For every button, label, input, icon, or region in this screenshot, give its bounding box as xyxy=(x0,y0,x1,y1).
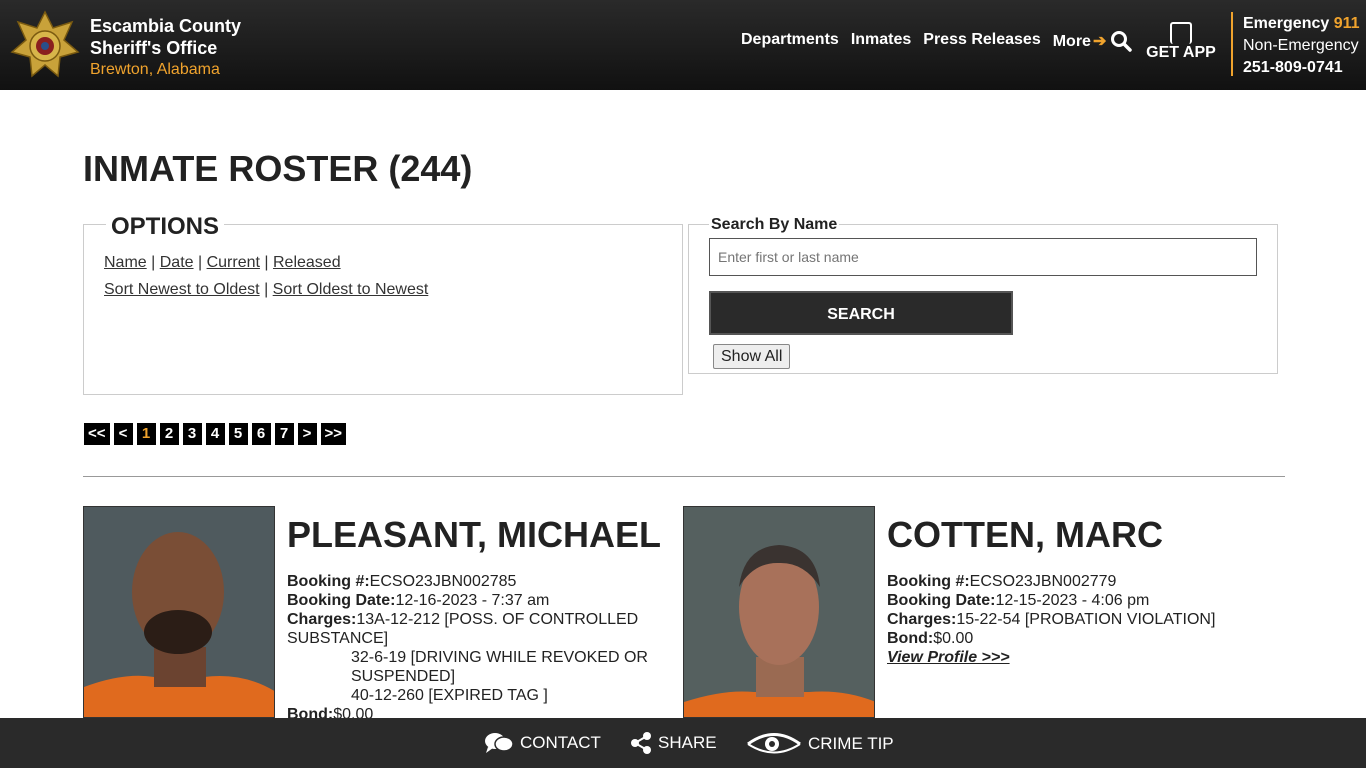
bond-label: Bond: xyxy=(287,706,334,718)
page-title: INMATE ROSTER (244) xyxy=(83,148,473,189)
page-next[interactable]: > xyxy=(297,423,317,445)
emergency-number: 911 xyxy=(1333,15,1360,32)
booking-number-label: Booking #: xyxy=(887,573,970,590)
filter-released-link[interactable]: Released xyxy=(273,254,341,271)
charges-label: Charges: xyxy=(887,611,957,628)
booking-date: 12-15-2023 - 4:06 pm xyxy=(995,592,1150,609)
page-7[interactable]: 7 xyxy=(274,423,294,445)
search-name-input[interactable] xyxy=(709,238,1257,276)
booking-number: ECSO23JBN002785 xyxy=(369,573,517,590)
sort-newest-link[interactable]: Sort Newest to Oldest xyxy=(104,281,260,298)
bond-row: Bond:$0.00 xyxy=(287,705,667,718)
main-nav: Departments Inmates Press Releases More ➔ xyxy=(741,31,1106,51)
booking-date: 12-16-2023 - 7:37 am xyxy=(395,592,550,609)
inmate-card: PLEASANT, MICHAEL Booking #:ECSO23JBN002… xyxy=(83,506,673,718)
options-panel: OPTIONS Name | Date | Current | Released… xyxy=(83,213,683,395)
show-all-button[interactable]: Show All xyxy=(713,344,791,369)
emergency-line[interactable]: Emergency 911 xyxy=(1243,13,1360,35)
filter-name-link[interactable]: Name xyxy=(104,254,147,271)
footer-bar: CONTACT SHARE CRIME TIP xyxy=(0,718,1366,768)
non-emergency-number[interactable]: 251-809-0741 xyxy=(1243,57,1360,79)
filter-current-link[interactable]: Current xyxy=(207,254,260,271)
eye-icon xyxy=(747,733,801,754)
page-3[interactable]: 3 xyxy=(182,423,202,445)
charge-item: 40-12-260 [EXPIRED TAG ] xyxy=(351,687,548,704)
nav-inmates[interactable]: Inmates xyxy=(851,31,911,51)
filter-date-link[interactable]: Date xyxy=(160,254,194,271)
view-profile-link[interactable]: View Profile >>> xyxy=(887,649,1010,666)
booking-number: ECSO23JBN002779 xyxy=(969,573,1117,590)
bond-label: Bond: xyxy=(887,630,934,647)
org-name-line2: Sheriff's Office xyxy=(90,38,218,58)
arrow-right-icon: ➔ xyxy=(1092,33,1107,50)
booking-date-row: Booking Date:12-15-2023 - 4:06 pm xyxy=(887,591,1267,610)
booking-number-label: Booking #: xyxy=(287,573,370,590)
phone-icon xyxy=(1170,22,1192,44)
crime-tip-label: CRIME TIP xyxy=(808,734,894,753)
share-label: SHARE xyxy=(658,733,717,752)
pagination: << < 1 2 3 4 5 6 7 > >> xyxy=(84,423,347,445)
page-prev[interactable]: < xyxy=(113,423,133,445)
bond-amount: $0.00 xyxy=(333,706,374,718)
inmate-card: COTTEN, MARC Booking #:ECSO23JBN002779 B… xyxy=(683,506,1273,718)
search-panel: Search By Name SEARCH Show All xyxy=(688,216,1278,374)
page-1[interactable]: 1 xyxy=(136,423,156,445)
sort-oldest-link[interactable]: Sort Oldest to Newest xyxy=(273,281,429,298)
charge-item: 32-6-19 [DRIVING WHILE REVOKED OR SUSPEN… xyxy=(351,649,648,685)
booking-date-label: Booking Date: xyxy=(887,592,996,609)
bond-amount: $0.00 xyxy=(933,630,974,647)
share-icon xyxy=(631,732,651,754)
inmate-name[interactable]: COTTEN, MARC xyxy=(887,514,1163,556)
filter-links: Name | Date | Current | Released xyxy=(104,254,341,271)
search-button[interactable]: SEARCH xyxy=(709,291,1013,335)
contact-button[interactable]: CONTACT xyxy=(484,731,601,755)
options-legend: OPTIONS xyxy=(106,213,225,241)
charge-item: 15-22-54 [PROBATION VIOLATION] xyxy=(956,611,1216,628)
page-last[interactable]: >> xyxy=(320,423,347,445)
nav-press-releases[interactable]: Press Releases xyxy=(923,31,1040,51)
charges-row: Charges:13A-12-212 [POSS. OF CONTROLLED … xyxy=(287,610,667,648)
search-label: Search By Name xyxy=(709,216,840,234)
org-name[interactable]: Escambia County Sheriff's Office Brewton… xyxy=(90,15,241,81)
inmate-name[interactable]: PLEASANT, MICHAEL xyxy=(287,514,661,556)
header-divider xyxy=(1231,12,1233,76)
org-location: Brewton, Alabama xyxy=(90,61,220,78)
page-2[interactable]: 2 xyxy=(159,423,179,445)
booking-number-row: Booking #:ECSO23JBN002779 xyxy=(887,572,1267,591)
site-header: Escambia County Sheriff's Office Brewton… xyxy=(0,0,1366,90)
charges-label: Charges: xyxy=(287,611,357,628)
booking-date-row: Booking Date:12-16-2023 - 7:37 am xyxy=(287,591,667,610)
get-app-label: GET APP xyxy=(1146,44,1216,61)
get-app-button[interactable]: GET APP xyxy=(1146,22,1216,66)
sheriff-badge-logo[interactable] xyxy=(10,10,80,82)
emergency-label: Emergency xyxy=(1243,15,1330,32)
inmate-mugshot[interactable] xyxy=(83,506,275,718)
search-icon[interactable] xyxy=(1110,30,1132,52)
chat-bubbles-icon xyxy=(485,733,514,753)
page-6[interactable]: 6 xyxy=(251,423,271,445)
bond-row: Bond:$0.00 xyxy=(887,629,1267,648)
org-name-line1: Escambia County xyxy=(90,16,242,36)
inmate-info: Booking #:ECSO23JBN002785 Booking Date:1… xyxy=(287,572,667,718)
non-emergency-label: Non-Emergency xyxy=(1243,37,1359,54)
section-divider xyxy=(83,476,1285,477)
crime-tip-button[interactable]: CRIME TIP xyxy=(746,731,894,757)
contact-numbers: Emergency 911 Non-Emergency 251-809-0741 xyxy=(1243,13,1360,79)
nav-more[interactable]: More ➔ xyxy=(1053,31,1107,51)
charges-row: Charges:15-22-54 [PROBATION VIOLATION] xyxy=(887,610,1267,629)
page-5[interactable]: 5 xyxy=(228,423,248,445)
nav-more-label: More xyxy=(1052,33,1091,50)
page-first[interactable]: << xyxy=(84,423,110,445)
inmate-info: Booking #:ECSO23JBN002779 Booking Date:1… xyxy=(887,572,1267,667)
inmate-mugshot[interactable] xyxy=(683,506,875,718)
page-4[interactable]: 4 xyxy=(205,423,225,445)
contact-label: CONTACT xyxy=(520,733,601,752)
share-button[interactable]: SHARE xyxy=(630,731,717,755)
nav-departments[interactable]: Departments xyxy=(741,31,839,51)
booking-number-row: Booking #:ECSO23JBN002785 xyxy=(287,572,667,591)
sort-links: Sort Newest to Oldest | Sort Oldest to N… xyxy=(104,281,429,298)
booking-date-label: Booking Date: xyxy=(287,592,396,609)
